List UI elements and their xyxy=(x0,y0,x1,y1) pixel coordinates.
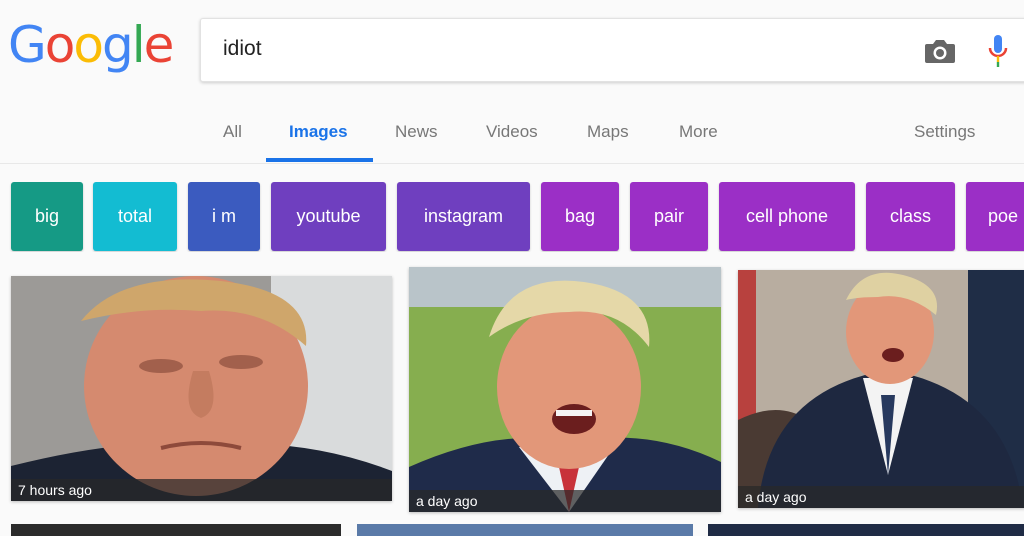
tab-all[interactable]: All xyxy=(223,122,242,142)
tab-images[interactable]: Images xyxy=(289,122,348,142)
chip-label: i m xyxy=(212,206,236,226)
chip-label: big xyxy=(34,206,60,226)
logo-letter: o xyxy=(73,16,104,74)
chip-pair[interactable]: pair xyxy=(630,182,708,251)
chip-label: total xyxy=(117,206,153,226)
result-age: a day ago xyxy=(409,490,721,512)
related-search-chips: big total i m youtube instagram bag pair… xyxy=(0,182,1024,252)
chip-instagram[interactable]: instagram xyxy=(397,182,530,251)
chip-i-m[interactable]: i m xyxy=(188,182,260,251)
tab-more[interactable]: More xyxy=(679,122,718,142)
active-tab-indicator xyxy=(266,158,373,162)
chip-label: class xyxy=(889,206,931,226)
result-age: a day ago xyxy=(738,486,1024,508)
chip-class[interactable]: class xyxy=(866,182,955,251)
settings-link[interactable]: Settings xyxy=(914,122,975,142)
image-result[interactable]: a day ago xyxy=(409,267,721,512)
search-input[interactable] xyxy=(223,37,873,61)
logo-letter: o xyxy=(44,16,76,74)
chip-label: bag xyxy=(564,206,596,226)
image-result[interactable]: a day ago xyxy=(738,270,1024,508)
search-box xyxy=(200,18,1024,82)
tab-videos[interactable]: Videos xyxy=(486,122,538,142)
chip-total[interactable]: total xyxy=(93,182,177,251)
result-photo xyxy=(738,270,1024,508)
logo-letter: e xyxy=(143,16,175,74)
chip-cell-phone[interactable]: cell phone xyxy=(719,182,855,251)
tab-maps[interactable]: Maps xyxy=(587,122,629,142)
chip-poe[interactable]: poe xyxy=(966,182,1024,251)
camera-icon[interactable] xyxy=(923,37,957,65)
logo-letter: G xyxy=(8,16,47,74)
search-tabs: All Images News Videos Maps More Setting… xyxy=(0,100,1024,164)
microphone-icon[interactable] xyxy=(985,33,1011,69)
chip-big[interactable]: big xyxy=(11,182,83,251)
chip-label: cell phone xyxy=(745,206,829,226)
image-result-partial[interactable] xyxy=(708,524,1024,536)
logo-letter: g xyxy=(101,16,134,74)
tab-news[interactable]: News xyxy=(395,122,438,142)
chip-label: instagram xyxy=(423,206,504,226)
result-photo xyxy=(11,276,392,501)
image-result[interactable]: 7 hours ago xyxy=(11,276,392,501)
chip-bag[interactable]: bag xyxy=(541,182,619,251)
chip-label: poe xyxy=(988,206,1019,226)
image-result-partial[interactable] xyxy=(357,524,693,536)
chip-label: youtube xyxy=(296,206,361,226)
chip-youtube[interactable]: youtube xyxy=(271,182,386,251)
google-logo[interactable]: Google xyxy=(8,16,175,74)
chip-label: pair xyxy=(653,206,684,226)
result-age: 7 hours ago xyxy=(11,479,392,501)
result-photo xyxy=(409,267,721,512)
logo-letter: l xyxy=(131,16,146,74)
image-result-partial[interactable] xyxy=(11,524,341,536)
